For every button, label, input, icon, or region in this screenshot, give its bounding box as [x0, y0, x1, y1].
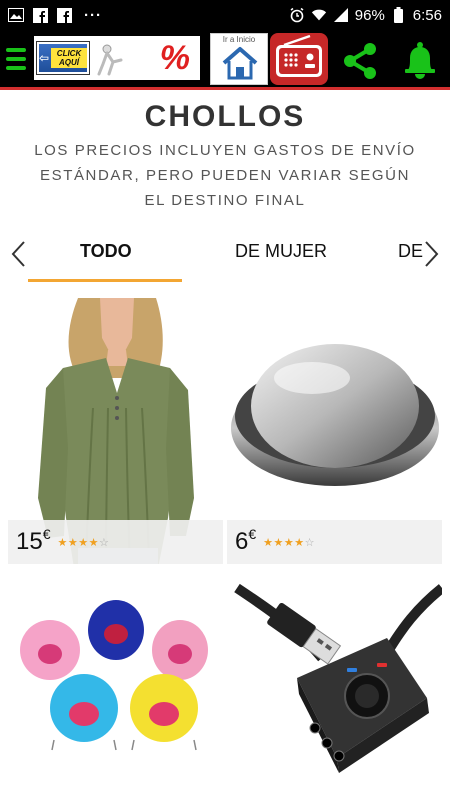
notifications-button[interactable]: [400, 40, 440, 80]
share-button[interactable]: [340, 41, 380, 81]
arrow-left-icon: ⇦: [39, 51, 50, 65]
promo-banner[interactable]: ⇦ CLICK AQUÍ %: [34, 36, 200, 80]
percent-sign: %: [159, 39, 190, 77]
more-notifications-icon: ···: [84, 6, 102, 24]
app-bar: ⇦ CLICK AQUÍ % Ir a Inicio: [0, 30, 450, 90]
gallery-icon: [8, 7, 24, 23]
clock: 6:56: [412, 6, 442, 24]
wifi-icon: [311, 7, 327, 23]
share-icon: [344, 43, 376, 79]
click-here-label: CLICK AQUÍ: [51, 48, 87, 68]
bell-icon: [405, 42, 435, 79]
click-here-badge: ⇦ CLICK AQUÍ: [36, 41, 90, 75]
pushing-person-icon: [97, 44, 123, 76]
page-subtitle: LOS PRECIOS INCLUYEN GASTOS DE ENVÍO EST…: [34, 142, 416, 209]
product-price: 6€: [235, 526, 257, 555]
chevron-left-icon[interactable]: [8, 238, 30, 270]
product-image: [227, 568, 442, 800]
radio-button[interactable]: [270, 33, 328, 85]
menu-icon-bar: [6, 57, 26, 61]
product-card[interactable]: [8, 568, 223, 800]
home-button[interactable]: Ir a Inicio: [210, 33, 268, 85]
product-image: [8, 568, 223, 800]
star-rating: ★★★★☆: [263, 536, 315, 549]
category-tabs: TODO DE MUJER DE: [0, 232, 450, 284]
star-rating: ★★★★☆: [57, 536, 110, 549]
price-bar: 15€ ★★★★☆: [8, 520, 223, 564]
facebook-icon: [56, 7, 72, 23]
product-grid: 15€ ★★★★☆ 6€ ★★★★☆: [8, 298, 442, 800]
product-card[interactable]: [227, 568, 442, 800]
alarm-icon: [289, 7, 305, 23]
price-bar: 6€ ★★★★☆: [227, 520, 442, 564]
menu-icon-bar: [6, 48, 26, 52]
battery-percentage: 96%: [354, 6, 385, 24]
page-title: CHOLLOS: [144, 100, 306, 133]
active-tab-indicator: [28, 279, 182, 282]
battery-icon: [391, 7, 407, 23]
status-bar: ··· 96% 6:56: [0, 0, 450, 30]
discount-illustration: %: [89, 36, 200, 80]
chevron-right-icon[interactable]: [420, 238, 442, 270]
radio-icon: [276, 34, 322, 77]
product-card[interactable]: 6€ ★★★★☆: [227, 298, 442, 564]
signal-icon: [333, 7, 349, 23]
home-icon: [222, 47, 258, 80]
product-price: 15€: [16, 526, 51, 555]
home-label: Ir a Inicio: [222, 35, 256, 44]
facebook-icon: [32, 7, 48, 23]
tab-de-mujer[interactable]: DE MUJER: [235, 241, 327, 262]
menu-button[interactable]: [6, 45, 26, 73]
tab-todo[interactable]: TODO: [80, 241, 132, 262]
product-card[interactable]: 15€ ★★★★☆: [8, 298, 223, 564]
menu-icon-bar: [6, 66, 26, 70]
